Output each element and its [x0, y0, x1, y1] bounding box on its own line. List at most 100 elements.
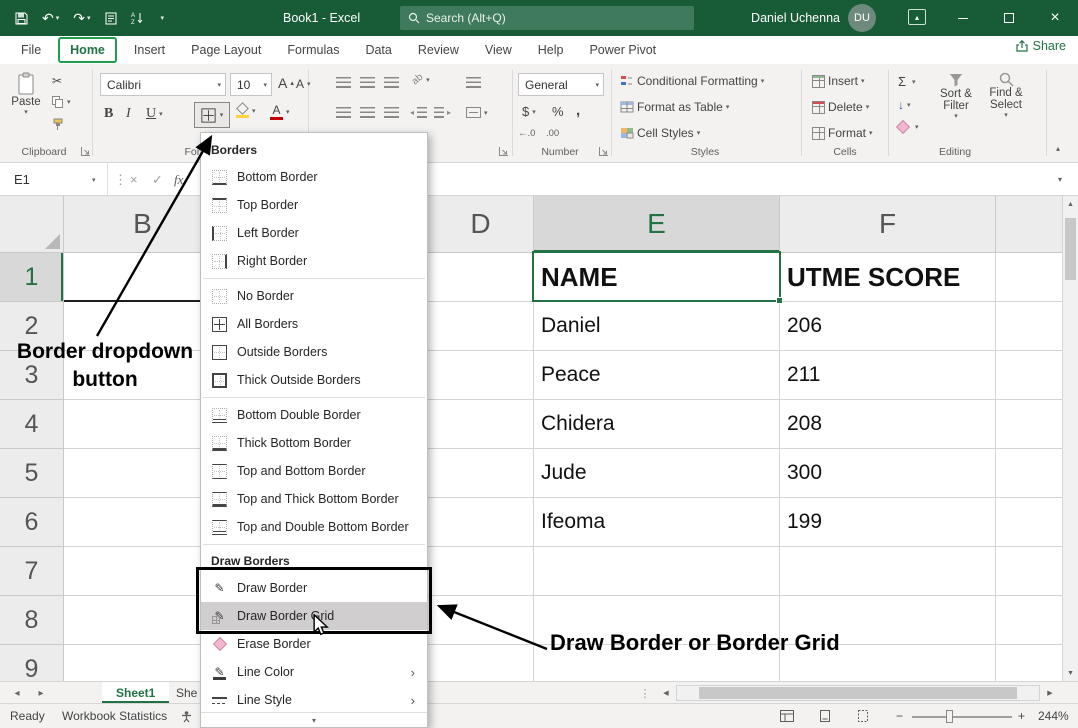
- tab-home[interactable]: Home: [60, 39, 115, 61]
- conditional-formatting-button[interactable]: Conditional Formatting▾: [620, 74, 764, 88]
- insert-function-button[interactable]: fx: [174, 163, 183, 196]
- cell-b1[interactable]: [64, 253, 222, 302]
- row-header-8[interactable]: 8: [0, 596, 64, 645]
- insert-cells-button[interactable]: Insert▾: [812, 74, 865, 88]
- cell-g7[interactable]: [996, 547, 1062, 596]
- undo-button[interactable]: ↶▾: [37, 5, 64, 31]
- vertical-scroll-thumb[interactable]: [1065, 218, 1076, 280]
- row-header-7[interactable]: 7: [0, 547, 64, 596]
- italic-button[interactable]: I: [126, 106, 131, 122]
- cell-b7[interactable]: [64, 547, 222, 596]
- delete-cells-button[interactable]: Delete▾: [812, 100, 869, 114]
- ribbon-display-options-button[interactable]: ▴: [908, 9, 926, 25]
- tab-review[interactable]: Review: [405, 36, 472, 64]
- customize-qat-button[interactable]: ▾: [154, 5, 170, 31]
- cell-d2[interactable]: [428, 302, 534, 351]
- sort-filter-button[interactable]: Sort & Filter ▾: [934, 72, 978, 148]
- cell-g1[interactable]: [996, 253, 1062, 302]
- decrease-decimal-button[interactable]: .00: [546, 128, 559, 139]
- cell-g8[interactable]: [996, 596, 1062, 645]
- decrease-indent-button[interactable]: ◂: [410, 107, 427, 118]
- menu-item-line-style[interactable]: Line Style›: [201, 686, 427, 714]
- cut-button[interactable]: ✂: [52, 74, 62, 88]
- cell-f2[interactable]: 206: [780, 302, 996, 351]
- menu-item-thick-outside-borders[interactable]: Thick Outside Borders: [201, 366, 427, 394]
- cell-e1[interactable]: NAME: [534, 253, 780, 302]
- accessibility-icon[interactable]: [180, 704, 193, 728]
- top-align-button[interactable]: [336, 77, 351, 88]
- tab-formulas[interactable]: Formulas: [274, 36, 352, 64]
- cell-f3[interactable]: 211: [780, 351, 996, 400]
- cell-f6[interactable]: 199: [780, 498, 996, 547]
- merge-center-button[interactable]: ▾: [466, 107, 488, 118]
- vertical-scrollbar[interactable]: ▲ ▼: [1062, 196, 1078, 681]
- zoom-in-button[interactable]: +: [1018, 704, 1025, 728]
- cell-e3[interactable]: Peace: [534, 351, 780, 400]
- previous-sheet-button[interactable]: ◂: [6, 682, 28, 704]
- close-button[interactable]: ×: [1032, 0, 1078, 36]
- format-as-table-button[interactable]: Format as Table▾: [620, 100, 729, 114]
- middle-align-button[interactable]: [360, 77, 375, 88]
- underline-button[interactable]: U▾: [146, 106, 163, 122]
- cell-d5[interactable]: [428, 449, 534, 498]
- copy-button[interactable]: ▾: [52, 96, 71, 108]
- cell-g4[interactable]: [996, 400, 1062, 449]
- hscroll-left-button[interactable]: ◀: [658, 685, 674, 701]
- column-header-b[interactable]: B: [64, 196, 222, 253]
- increase-font-button[interactable]: A▴: [278, 75, 294, 91]
- redo-button[interactable]: ↷▾: [68, 5, 95, 31]
- menu-item-right-border[interactable]: Right Border: [201, 247, 427, 275]
- zoom-level[interactable]: 244%: [1038, 704, 1069, 728]
- menu-item-thick-bottom-border[interactable]: Thick Bottom Border: [201, 429, 427, 457]
- normal-view-button[interactable]: [780, 704, 794, 728]
- menu-item-top-and-double-bottom-border[interactable]: Top and Double Bottom Border: [201, 513, 427, 541]
- cancel-entry-button[interactable]: ×: [130, 163, 138, 196]
- sheet-tab-sheet1[interactable]: Sheet1: [102, 682, 169, 703]
- horizontal-scrollbar[interactable]: [676, 685, 1040, 701]
- cell-d4[interactable]: [428, 400, 534, 449]
- menu-item-top-and-bottom-border[interactable]: Top and Bottom Border: [201, 457, 427, 485]
- workbook-stats-qat-button[interactable]: [100, 5, 122, 31]
- menu-scroll-down-button[interactable]: ▾: [201, 712, 427, 727]
- cell-f4[interactable]: 208: [780, 400, 996, 449]
- row-header-1[interactable]: 1: [0, 253, 64, 302]
- font-name-select[interactable]: Calibri▾: [100, 73, 226, 96]
- number-dialog-launcher[interactable]: [598, 146, 609, 157]
- cell-e5[interactable]: Jude: [534, 449, 780, 498]
- cell-g5[interactable]: [996, 449, 1062, 498]
- cell-b8[interactable]: [64, 596, 222, 645]
- sort-az-button[interactable]: AZ: [126, 5, 150, 31]
- menu-item-bottom-double-border[interactable]: Bottom Double Border: [201, 401, 427, 429]
- cell-b4[interactable]: [64, 400, 222, 449]
- cell-b9[interactable]: [64, 645, 222, 681]
- row-header-5[interactable]: 5: [0, 449, 64, 498]
- menu-item-line-color[interactable]: ✎Line Color›: [201, 658, 427, 686]
- percent-style-button[interactable]: %: [552, 104, 564, 119]
- column-header-f[interactable]: F: [780, 196, 996, 253]
- number-format-select[interactable]: General▾: [518, 73, 604, 96]
- menu-item-draw-border[interactable]: ✎Draw Border: [201, 574, 427, 602]
- minimize-button[interactable]: [940, 0, 986, 36]
- menu-item-top-border[interactable]: Top Border: [201, 191, 427, 219]
- column-header-g[interactable]: [996, 196, 1062, 253]
- tab-insert[interactable]: Insert: [121, 36, 178, 64]
- cell-e7[interactable]: [534, 547, 780, 596]
- cell-f1[interactable]: UTME SCORE: [780, 253, 996, 302]
- menu-item-left-border[interactable]: Left Border: [201, 219, 427, 247]
- tab-power-pivot[interactable]: Power Pivot: [576, 36, 669, 64]
- orientation-button[interactable]: ab▾: [412, 74, 430, 85]
- cell-g3[interactable]: [996, 351, 1062, 400]
- zoom-out-button[interactable]: −: [896, 704, 903, 728]
- clipboard-dialog-launcher[interactable]: [80, 146, 91, 157]
- paste-button[interactable]: Paste ▾: [6, 70, 46, 146]
- menu-item-no-border[interactable]: No Border: [201, 282, 427, 310]
- row-header-6[interactable]: 6: [0, 498, 64, 547]
- column-header-d[interactable]: D: [428, 196, 534, 253]
- accounting-format-button[interactable]: $▾: [522, 104, 536, 119]
- menu-item-top-and-thick-bottom-border[interactable]: Top and Thick Bottom Border: [201, 485, 427, 513]
- zoom-slider-thumb[interactable]: [946, 710, 953, 723]
- page-layout-view-button[interactable]: [818, 704, 832, 728]
- save-button[interactable]: [10, 5, 33, 31]
- bottom-align-button[interactable]: [384, 77, 399, 88]
- enter-entry-button[interactable]: ✓: [152, 163, 163, 196]
